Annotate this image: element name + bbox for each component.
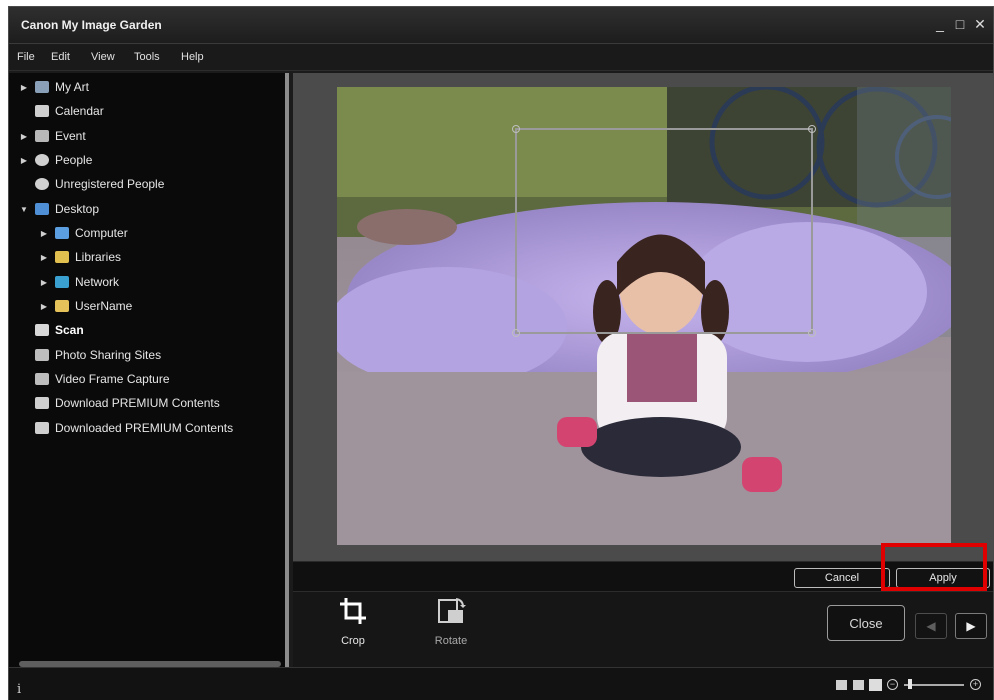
downloaded-premium-icon [35,422,49,434]
sidebar-item-downloaded-premium[interactable]: Downloaded PREMIUM Contents [19,418,233,438]
crop-handle-top-right[interactable] [808,125,816,133]
sidebar-item-label: Download PREMIUM Contents [55,396,220,410]
sidebar-item-computer[interactable]: ▶ Computer [39,223,128,243]
zoom-out-icon[interactable]: − [887,679,898,690]
download-premium-icon [35,397,49,409]
cancel-button[interactable]: Cancel [794,568,890,588]
sidebar-item-libraries[interactable]: ▶ Libraries [39,247,121,267]
expand-arrow-icon[interactable]: ▶ [19,132,29,141]
crop-handle-top-left[interactable] [512,125,520,133]
sidebar-item-label: People [55,153,93,167]
rotate-tool[interactable]: Rotate [421,596,481,647]
sidebar-item-label: Computer [75,226,128,240]
expand-arrow-icon[interactable]: ▶ [19,83,29,92]
previous-button[interactable]: ◀ [915,613,947,639]
people-icon [35,154,49,166]
network-icon [55,276,69,288]
computer-icon [55,227,69,239]
sidebar-item-label: Desktop [55,202,100,216]
menu-edit[interactable]: Edit [51,51,70,63]
window-title: Canon My Image Garden [21,18,162,32]
maximize-icon[interactable]: □ [953,17,967,31]
menu-bar: File Edit View Tools Help [9,45,993,71]
zoom-slider-thumb[interactable] [908,678,912,689]
sidebar-item-network[interactable]: ▶ Network [39,272,119,292]
app-window: Canon My Image Garden _ □ ✕ File Edit Vi… [8,6,994,700]
user-folder-icon [55,300,69,312]
menu-help[interactable]: Help [181,51,204,63]
sidebar-item-video-frame-capture[interactable]: Video Frame Capture [19,369,170,389]
sidebar-item-label: Photo Sharing Sites [55,348,162,362]
status-bar: i − + [9,667,993,700]
rotate-label: Rotate [434,635,468,647]
thumbnail-view-icon[interactable] [836,679,847,690]
zoom-slider[interactable] [904,678,964,689]
sidebar-item-people[interactable]: ▶ People [19,150,92,170]
sidebar-item-download-premium[interactable]: Download PREMIUM Contents [19,393,220,413]
details-view-icon[interactable] [853,679,864,690]
crop-handle-bottom-right[interactable] [808,329,816,337]
event-icon [35,130,49,142]
apply-highlight-box [881,543,987,591]
expand-arrow-icon[interactable]: ▶ [39,229,49,238]
sidebar-item-scan[interactable]: Scan [19,320,84,340]
sidebar-item-label: Unregistered People [55,177,165,191]
expand-arrow-icon[interactable]: ▶ [39,253,49,262]
libraries-icon [55,251,69,263]
crop-label: Crop [341,635,365,647]
close-window-icon[interactable]: ✕ [973,17,987,31]
zoom-in-icon[interactable]: + [970,679,981,690]
expand-arrow-icon[interactable]: ▶ [39,278,49,287]
sidebar-item-label: Libraries [75,250,122,264]
sidebar-item-label: Downloaded PREMIUM Contents [55,421,234,435]
crop-icon [340,598,366,624]
sidebar-item-label: Event [55,129,86,143]
next-button[interactable]: ▶ [955,613,987,639]
view-controls: − + [836,678,981,691]
calendar-icon [35,105,49,117]
expand-arrow-icon[interactable]: ▶ [39,302,49,311]
sidebar-item-event[interactable]: ▶ Event [19,126,86,146]
close-button[interactable]: Close [827,605,905,641]
desktop-icon [35,203,49,215]
minimize-icon[interactable]: _ [933,17,947,31]
sidebar-item-label: Scan [55,323,84,337]
info-icon[interactable]: i [17,682,21,697]
menu-view[interactable]: View [91,51,115,63]
unregistered-people-icon [35,178,49,190]
scan-icon [35,324,49,336]
menu-tools[interactable]: Tools [134,51,160,63]
arrow-left-icon: ◀ [926,619,936,633]
sidebar-item-username[interactable]: ▶ UserName [39,296,132,316]
collapse-arrow-icon[interactable]: ▼ [19,205,29,214]
arrow-right-icon: ▶ [966,619,976,633]
fullscreen-view-icon[interactable] [869,678,882,691]
window-controls: _ □ ✕ [933,17,987,31]
expand-arrow-icon[interactable]: ▶ [19,156,29,165]
sidebar-item-photo-sharing-sites[interactable]: Photo Sharing Sites [19,345,161,365]
menu-file[interactable]: File [17,51,35,63]
sidebar-item-label: Calendar [55,104,104,118]
sidebar-item-calendar[interactable]: Calendar [19,101,104,121]
sidebar-item-label: My Art [55,80,90,94]
sidebar-item-desktop[interactable]: ▼ Desktop [19,199,99,219]
sidebar-item-label: UserName [75,299,133,313]
crop-frame[interactable] [512,125,816,337]
photo-sharing-icon [35,349,49,361]
my-art-icon [35,81,49,93]
sidebar-item-label: Video Frame Capture [55,372,170,386]
sidebar-item-unregistered-people[interactable]: Unregistered People [19,174,164,194]
title-bar: Canon My Image Garden _ □ ✕ [9,7,993,44]
sidebar-item-my-art[interactable]: ▶ My Art [19,77,89,97]
crop-handle-bottom-left[interactable] [512,329,520,337]
sidebar-tree: ▶ My Art Calendar ▶ Event ▶ People Unreg… [9,73,289,667]
crop-tool[interactable]: Crop [323,596,383,647]
rotate-icon [438,598,466,623]
video-frame-icon [35,373,49,385]
sidebar-item-label: Network [75,275,120,289]
